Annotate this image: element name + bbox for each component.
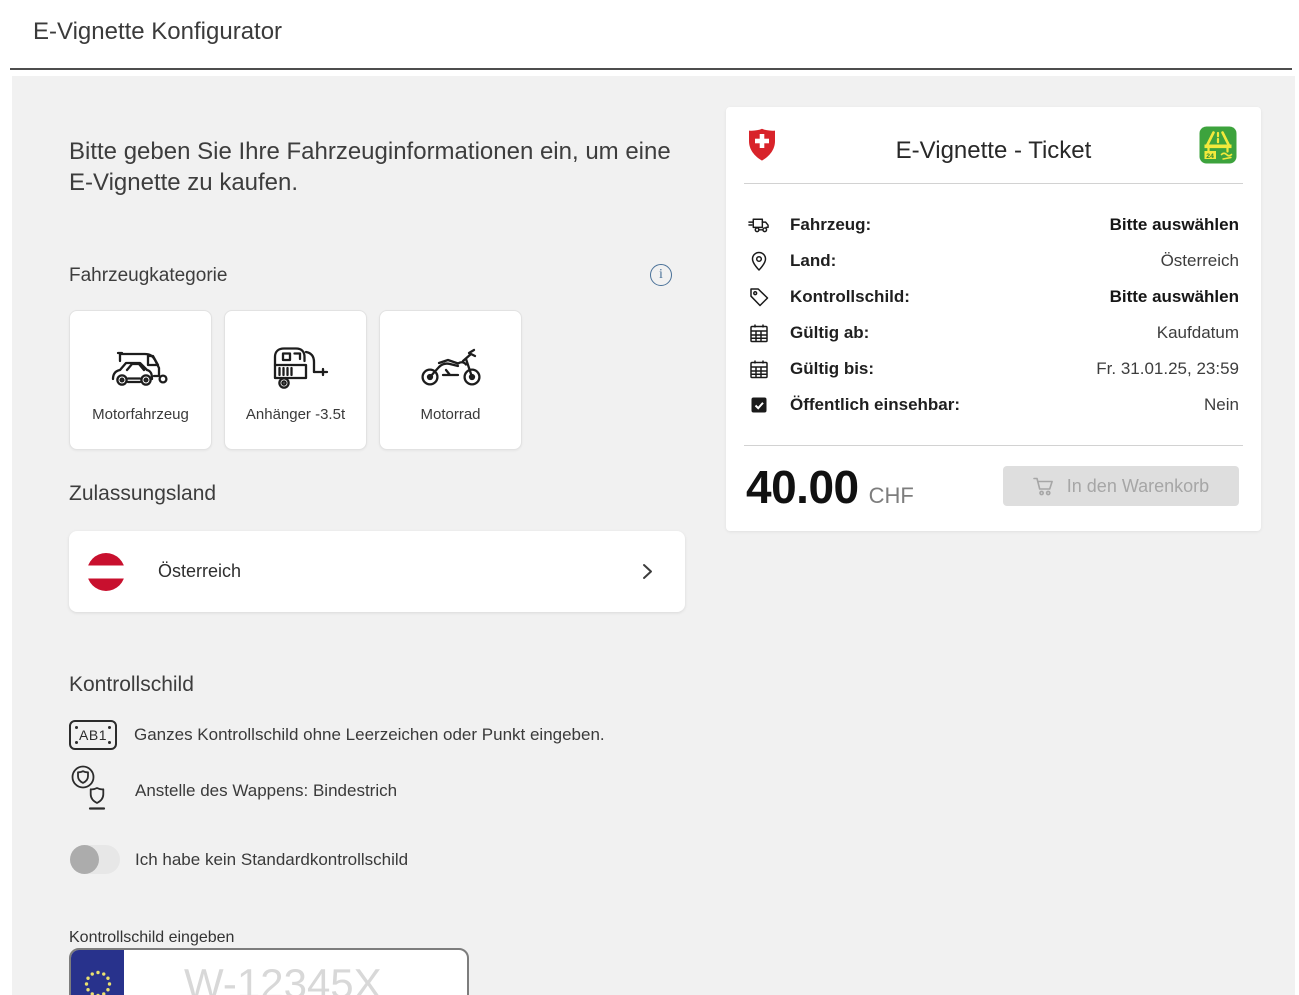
plate-hint-text: Ganzes Kontrollschild ohne Leerzeichen o… — [134, 725, 605, 745]
vignette-2024-icon: 24 — [1199, 126, 1237, 169]
checkbox-checked-icon — [748, 395, 770, 415]
e-vignette-configurator-page: E-Vignette Konfigurator Bitte geben Sie … — [0, 0, 1299, 995]
header-divider — [10, 68, 1292, 70]
vehicle-option-motorfahrzeug[interactable]: Motorfahrzeug — [69, 310, 212, 450]
plate-input[interactable] — [124, 950, 469, 995]
coat-of-arms-icon — [69, 764, 109, 817]
vehicle-option-anhaenger[interactable]: Anhänger -3.5t — [224, 310, 367, 450]
non-standard-plate-toggle[interactable] — [70, 845, 120, 874]
ticket-row-oeffentlich: Öffentlich einsehbar: Nein — [748, 387, 1239, 423]
eu-flag-icon — [71, 950, 124, 995]
add-to-cart-button[interactable]: In den Warenkorb — [1003, 466, 1239, 506]
ticket-header: E-Vignette - Ticket 24 — [726, 107, 1261, 183]
ticket-divider — [744, 183, 1243, 184]
crest-hint: Anstelle des Wappens: Bindestrich — [69, 764, 397, 817]
info-icon[interactable]: i — [650, 264, 672, 286]
vehicle-option-label: Anhänger -3.5t — [246, 406, 345, 423]
toggle-label: Ich habe kein Standardkontrollschild — [135, 850, 408, 870]
ticket-row-fahrzeug: Fahrzeug: Bitte auswählen — [748, 207, 1239, 243]
price-row: 40.00 CHF In den Warenkorb — [746, 460, 1239, 516]
cart-icon — [1033, 476, 1056, 496]
ticket-title: E-Vignette - Ticket — [726, 137, 1261, 165]
chevron-right-icon — [642, 563, 653, 580]
ticket-row-land: Land: Österreich — [748, 243, 1239, 279]
ticket-price-divider — [744, 445, 1243, 446]
license-plate-heading: Kontrollschild — [69, 673, 194, 697]
plate-format-hint: AB1 Ganzes Kontrollschild ohne Leerzeich… — [69, 720, 605, 750]
non-standard-plate-row: Ich habe kein Standardkontrollschild — [70, 845, 408, 874]
calendar-icon — [748, 359, 770, 379]
registration-country-heading: Zulassungsland — [69, 482, 216, 506]
vehicle-category-heading: Fahrzeugkategorie — [69, 265, 227, 287]
austria-flag-icon — [87, 553, 125, 591]
plate-input-label: Kontrollschild eingeben — [69, 929, 234, 947]
ticket-row-gueltig-bis: Gültig bis: Fr. 31.01.25, 23:59 — [748, 351, 1239, 387]
add-to-cart-label: In den Warenkorb — [1067, 476, 1209, 497]
crest-hint-text: Anstelle des Wappens: Bindestrich — [135, 781, 397, 801]
page-title: E-Vignette Konfigurator — [33, 16, 282, 48]
motorcycle-icon — [419, 338, 483, 396]
country-selector[interactable]: Österreich — [69, 531, 685, 612]
toggle-knob — [70, 845, 99, 874]
vehicle-option-label: Motorrad — [420, 406, 480, 423]
vehicle-option-motorrad[interactable]: Motorrad — [379, 310, 522, 450]
tag-icon — [748, 287, 770, 308]
trailer-icon — [263, 338, 329, 396]
plate-input-field — [69, 948, 469, 995]
calendar-icon — [748, 323, 770, 343]
price-currency: CHF — [869, 483, 914, 509]
motor-vehicle-icon — [108, 338, 174, 396]
license-plate-icon: AB1 — [69, 720, 117, 750]
intro-text: Bitte geben Sie Ihre Fahrzeuginformation… — [69, 136, 699, 198]
location-pin-icon — [748, 251, 770, 272]
selected-country: Österreich — [158, 561, 241, 582]
ticket-row-kontrollschild: Kontrollschild: Bitte auswählen — [748, 279, 1239, 315]
ticket-rows: Fahrzeug: Bitte auswählen Land: Österrei… — [748, 207, 1239, 423]
price-amount: 40.00 — [746, 460, 859, 514]
ticket-summary-card: E-Vignette - Ticket 24 — [726, 107, 1261, 531]
ticket-row-gueltig-ab: Gültig ab: Kaufdatum — [748, 315, 1239, 351]
vehicle-category-options: Motorfahrzeug Anhänger -3.5t — [69, 310, 522, 450]
svg-text:24: 24 — [1206, 153, 1214, 160]
truck-icon — [748, 216, 770, 234]
vehicle-option-label: Motorfahrzeug — [92, 406, 189, 423]
